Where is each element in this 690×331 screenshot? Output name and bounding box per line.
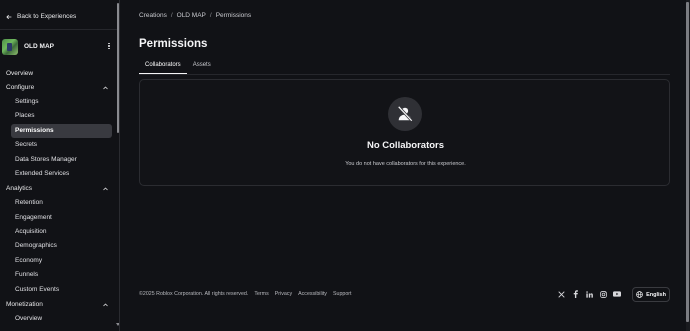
breadcrumb: Creations / OLD MAP / Permissions (139, 12, 251, 19)
footer-link-privacy[interactable]: Privacy (275, 291, 292, 297)
sidebar-item-demographics[interactable]: Demographics (11, 239, 112, 253)
chevron-up-icon (103, 302, 108, 306)
section-monetization[interactable]: Monetization (6, 301, 108, 308)
breadcrumb-separator: / (170, 12, 173, 19)
instagram-icon[interactable] (599, 290, 607, 298)
sidebar-item-monetization-overview[interactable]: Overview (11, 312, 112, 326)
sidebar-item-retention[interactable]: Retention (11, 196, 112, 210)
sidebar-item-settings[interactable]: Settings (11, 95, 112, 109)
collaborators-empty-card: No Collaborators You do not have collabo… (139, 79, 670, 186)
language-label: English (646, 291, 666, 298)
back-link-label: Back to Experiences (17, 13, 77, 20)
section-configure[interactable]: Configure (6, 84, 108, 91)
footer: ©2025 Roblox Corporation. All rights res… (139, 291, 352, 297)
language-selector-button[interactable]: English (632, 287, 670, 302)
main-scrollbar-thumb[interactable] (686, 2, 689, 322)
footer-link-accessibility[interactable]: Accessibility (298, 291, 327, 297)
section-analytics-label: Analytics (6, 185, 33, 192)
sidebar-item-economy[interactable]: Economy (11, 254, 112, 268)
sidebar-item-data-stores-manager[interactable]: Data Stores Manager (11, 153, 112, 167)
section-monetization-label: Monetization (6, 301, 43, 308)
social-links (557, 290, 621, 298)
breadcrumb-creations[interactable]: Creations (139, 12, 167, 19)
linkedin-icon[interactable] (585, 290, 593, 298)
scroll-down-arrow-icon[interactable] (116, 323, 120, 326)
sidebar-item-extended-services[interactable]: Extended Services (11, 167, 112, 181)
experience-thumbnail (2, 38, 18, 55)
footer-link-terms[interactable]: Terms (254, 291, 268, 297)
sidebar-item-custom-events[interactable]: Custom Events (11, 283, 112, 297)
chevron-up-icon (103, 85, 108, 89)
youtube-icon[interactable] (613, 290, 621, 298)
sidebar-item-acquisition[interactable]: Acquisition (11, 225, 112, 239)
section-analytics[interactable]: Analytics (6, 185, 108, 192)
more-options-icon[interactable] (104, 41, 114, 51)
footer-link-support[interactable]: Support (333, 291, 352, 297)
globe-icon (636, 291, 643, 298)
tab-bar: Collaborators Assets (139, 60, 217, 74)
divider (0, 29, 119, 30)
experience-header: OLD MAP (2, 37, 114, 56)
empty-state-title: No Collaborators (366, 140, 445, 151)
section-configure-label: Configure (6, 84, 35, 91)
page-title: Permissions (139, 38, 208, 50)
no-collaborators-icon (388, 97, 422, 131)
sidebar-item-secrets[interactable]: Secrets (11, 138, 112, 152)
tab-assets[interactable]: Assets (187, 60, 217, 74)
arrow-left-icon (6, 14, 12, 19)
sidebar: Back to Experiences OLD MAP Overview Con… (0, 0, 120, 331)
sidebar-item-funnels[interactable]: Funnels (11, 268, 112, 282)
chevron-up-icon (103, 186, 108, 190)
facebook-icon[interactable] (571, 290, 579, 298)
sidebar-item-permissions[interactable]: Permissions (11, 124, 112, 138)
breadcrumb-experience[interactable]: OLD MAP (177, 12, 206, 19)
breadcrumb-current: Permissions (215, 12, 252, 19)
footer-copyright: ©2025 Roblox Corporation. All rights res… (139, 291, 249, 297)
experience-name: OLD MAP (24, 43, 54, 50)
tab-divider (139, 74, 670, 75)
breadcrumb-separator: / (209, 12, 212, 19)
sidebar-item-overview[interactable]: Overview (6, 70, 33, 77)
back-to-experiences-link[interactable]: Back to Experiences (6, 13, 76, 20)
sidebar-scrollbar[interactable] (117, 3, 119, 133)
sidebar-item-places[interactable]: Places (11, 109, 112, 123)
tab-collaborators[interactable]: Collaborators (139, 60, 187, 74)
empty-state-description: You do not have collaborators for this e… (345, 161, 466, 167)
sidebar-item-engagement[interactable]: Engagement (11, 211, 112, 225)
x-icon[interactable] (557, 290, 565, 298)
